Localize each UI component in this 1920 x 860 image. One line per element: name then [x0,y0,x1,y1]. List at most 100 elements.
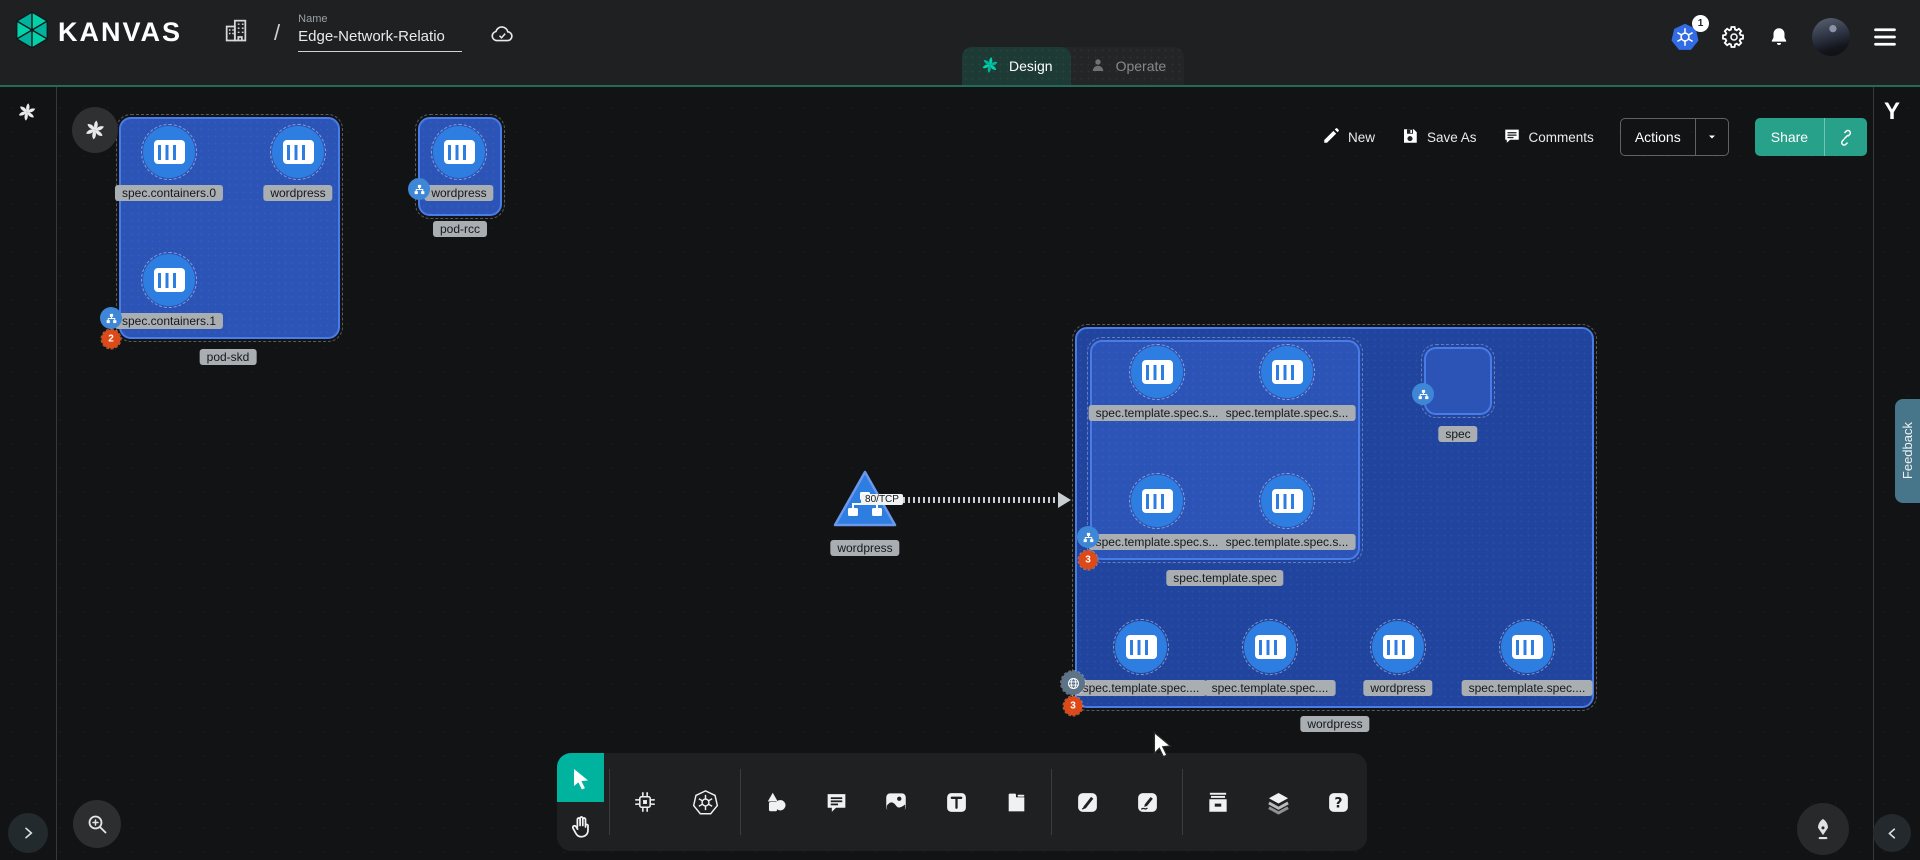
collapse-right-panel-button[interactable] [1873,814,1911,852]
network-badge-icon[interactable] [1077,526,1099,548]
container-icon [1272,360,1303,384]
settings-gear-icon[interactable] [1722,25,1746,49]
feedback-tab[interactable]: Feedback [1895,399,1920,503]
tab-design[interactable]: Design [962,47,1071,85]
container-node[interactable] [143,126,195,178]
sticky-note-button[interactable] [992,778,1040,826]
expand-left-panel-button[interactable] [8,813,48,853]
container-node[interactable] [1131,475,1183,527]
layers-button[interactable] [1254,778,1302,826]
container-node[interactable] [1372,621,1424,673]
text-button[interactable] [932,778,980,826]
container-node[interactable] [1501,621,1553,673]
count-badge[interactable]: 3 [1064,697,1083,716]
container-node[interactable] [433,126,485,178]
share-link-icon[interactable] [1824,118,1867,156]
share-button-label[interactable]: Share [1755,129,1824,145]
container-label: wordpress [263,185,332,201]
share-split-button[interactable]: Share [1755,118,1867,156]
kubernetes-context-button[interactable]: 1 [1670,22,1700,52]
container-label: spec.containers.0 [115,185,223,201]
user-avatar[interactable] [1812,18,1850,56]
image-button[interactable] [872,778,920,826]
cursor-tool-button[interactable] [557,753,604,802]
container-icon [1512,635,1543,659]
group-label: spec.template.spec [1166,570,1283,586]
tab-operate[interactable]: Operate [1071,47,1185,85]
network-badge-icon[interactable] [1412,383,1434,405]
pencil-scribble-button[interactable] [1123,778,1171,826]
service-edge[interactable] [898,497,1058,503]
actions-button-label[interactable]: Actions [1621,129,1695,145]
container-icon [154,140,185,164]
container-icon [1272,489,1303,513]
kubernetes-wheel-button[interactable] [681,778,729,826]
hand-tool-button[interactable] [557,802,604,851]
name-field-label: Name [298,13,462,25]
spec-square-node[interactable] [1424,347,1492,415]
save-as-button[interactable]: Save As [1401,127,1477,148]
operate-person-icon [1089,56,1107,77]
count-badge[interactable]: 2 [102,330,121,349]
kanvas-logo[interactable]: KANVAS [14,10,182,55]
container-icon [1255,635,1286,659]
app-header: KANVAS / Name [0,0,1920,85]
container-node[interactable] [1261,346,1313,398]
actions-split-button[interactable]: Actions [1620,118,1729,156]
new-button-label: New [1348,130,1375,145]
zoom-in-button[interactable] [73,800,121,848]
mouse-cursor [1150,731,1176,764]
ink-pen-button[interactable] [1797,803,1849,855]
dock-divider [1182,769,1183,835]
shapes-button[interactable] [752,778,800,826]
container-label: wordpress [1363,680,1432,696]
container-node[interactable] [1115,621,1167,673]
container-label: spec.template.spec.s... [1089,405,1226,421]
container-label: wordpress [424,185,493,201]
network-badge-icon[interactable] [408,178,430,200]
container-node[interactable] [1261,475,1313,527]
notifications-bell-icon[interactable] [1768,25,1790,49]
container-label: spec.template.spec.s... [1219,405,1356,421]
kanvas-app: KANVAS / Name [0,0,1920,860]
svg-text:?: ? [1334,795,1342,811]
kubernetes-handle-icon[interactable] [72,107,118,153]
container-node[interactable] [143,254,195,306]
pencil-icon [1322,127,1340,148]
container-label: spec.template.spec.s... [1089,534,1226,550]
integration-chip-button[interactable] [621,778,669,826]
spec-label: spec [1438,426,1477,442]
new-button[interactable]: New [1322,127,1375,148]
globe-badge-icon[interactable] [1061,671,1085,695]
group-label: wordpress [1300,716,1369,732]
dock-divider [1051,769,1052,835]
container-label: spec.template.spec.... [1076,680,1207,696]
count-badge[interactable]: 3 [1079,551,1098,570]
design-action-bar: New Save As Comm [1322,118,1867,156]
comments-button[interactable]: Comments [1503,127,1594,148]
hamburger-menu-icon[interactable] [1872,26,1898,48]
container-node[interactable] [272,126,324,178]
design-spiral-icon [980,55,1000,78]
actions-caret-icon[interactable] [1695,119,1728,155]
drawer-button[interactable] [1194,778,1242,826]
edge-arrowhead-icon [1058,492,1071,508]
floppy-disk-icon [1401,127,1419,148]
pen-path-button[interactable] [1063,778,1111,826]
container-icon [154,268,185,292]
comment-bubble-button[interactable] [812,778,860,826]
canvas-dock-toolbar: ? [557,753,1367,851]
container-node[interactable] [1244,621,1296,673]
dock-divider [609,769,610,835]
comment-icon [1503,127,1521,148]
network-badge-icon[interactable] [100,307,122,329]
container-node[interactable] [1131,346,1183,398]
dock-primary-tools [557,753,604,851]
help-button[interactable]: ? [1314,778,1362,826]
kubernetes-count-badge: 1 [1692,15,1709,32]
design-name-input[interactable] [298,26,462,52]
mode-tabs: Design Operate [962,47,1184,85]
container-icon [1383,635,1414,659]
breadcrumb-separator: / [274,20,280,46]
organization-icon[interactable] [222,15,250,50]
